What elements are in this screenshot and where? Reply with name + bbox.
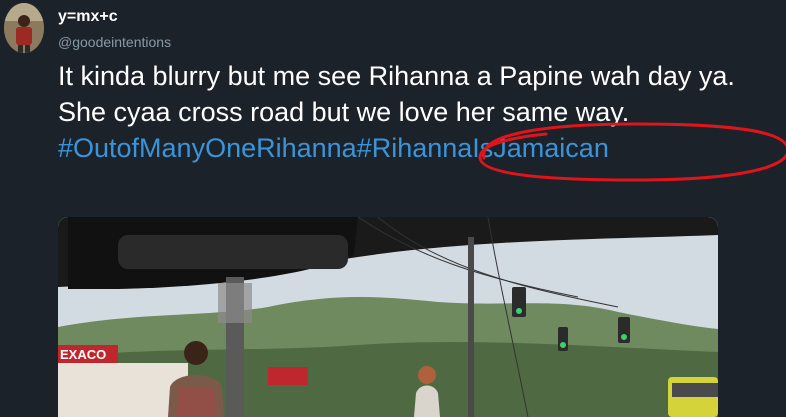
tweet-text: It kinda blurry but me see Rihanna a Pap… bbox=[58, 58, 786, 166]
texaco-sign-text: EXACO bbox=[60, 347, 106, 362]
hashtag-link-outofmanyonerihanna[interactable]: #OutofManyOneRihanna bbox=[58, 133, 357, 163]
tweet-body: It kinda blurry but me see Rihanna a Pap… bbox=[58, 61, 735, 127]
user-display-name[interactable]: y=mx+c bbox=[58, 8, 118, 26]
hashtag-link-rihannaisjamaican[interactable]: #RihannaIsJamaican bbox=[357, 133, 609, 163]
user-handle[interactable]: @goodeintentions bbox=[58, 34, 171, 50]
user-avatar[interactable] bbox=[4, 3, 44, 53]
avatar-image bbox=[4, 3, 44, 53]
tweet-photo[interactable]: EXACO bbox=[58, 217, 718, 417]
street-scene-image: EXACO bbox=[58, 217, 718, 417]
